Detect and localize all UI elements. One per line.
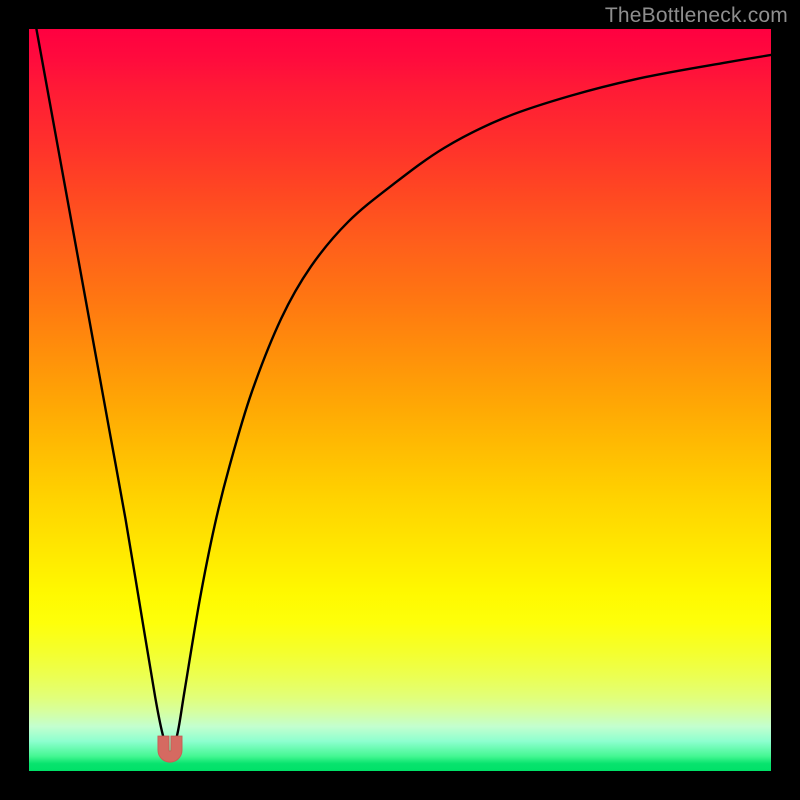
plot-area	[29, 29, 771, 771]
chart-frame: TheBottleneck.com	[0, 0, 800, 800]
optimum-marker	[158, 736, 182, 762]
curve-layer	[29, 29, 771, 771]
bottleneck-curve	[36, 29, 771, 756]
watermark-label: TheBottleneck.com	[605, 4, 788, 28]
